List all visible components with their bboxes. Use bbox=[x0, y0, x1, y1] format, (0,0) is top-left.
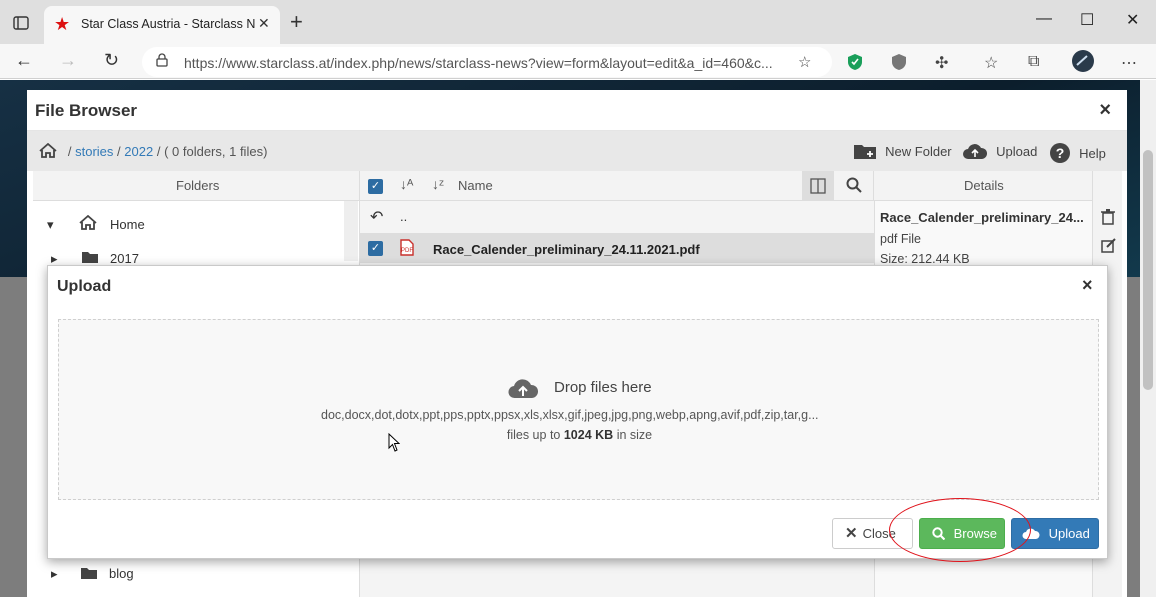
breadcrumb-year[interactable]: 2022 bbox=[124, 144, 153, 159]
question-circle-icon: ? bbox=[1049, 143, 1075, 163]
details-column-header: Details bbox=[874, 171, 1092, 201]
star-favicon-icon: ★ bbox=[54, 14, 71, 34]
edit-icon[interactable] bbox=[1101, 238, 1116, 256]
svg-text:PDF: PDF bbox=[401, 248, 413, 254]
help-button[interactable]: ? Help bbox=[1049, 142, 1106, 164]
select-all-checkbox[interactable]: ✓ bbox=[368, 179, 383, 194]
svg-text:?: ? bbox=[1056, 145, 1065, 161]
forward-arrow-icon[interactable]: → bbox=[59, 50, 77, 71]
size-limit-value: 1024 KB bbox=[563, 428, 614, 442]
tab-close-icon[interactable]: ✕ bbox=[258, 15, 270, 32]
new-tab-button[interactable]: + bbox=[290, 11, 303, 33]
tab-actions-icon[interactable] bbox=[10, 12, 32, 34]
window-close-button[interactable]: ✕ bbox=[1126, 10, 1139, 30]
caret-right-icon[interactable]: ▸ bbox=[51, 566, 58, 582]
tree-item-home[interactable]: Home bbox=[110, 217, 145, 232]
caret-down-icon[interactable]: ▾ bbox=[47, 217, 54, 233]
favorites-icon[interactable]: ☆ bbox=[984, 53, 998, 73]
file-browser-close-icon[interactable]: × bbox=[1099, 99, 1111, 122]
file-checkbox[interactable]: ✓ bbox=[368, 241, 383, 256]
more-menu-icon[interactable]: ⋯ bbox=[1121, 53, 1137, 73]
toolbar-upload-button[interactable]: Upload bbox=[962, 142, 1037, 160]
new-folder-button[interactable]: New Folder bbox=[853, 142, 952, 160]
mouse-cursor-icon bbox=[388, 432, 401, 453]
name-header-label[interactable]: Name bbox=[458, 178, 493, 193]
file-drop-zone[interactable]: Drop files here doc,docx,dot,dotx,ppt,pp… bbox=[58, 319, 1099, 500]
folder-summary: ( 0 folders, 1 files) bbox=[164, 144, 268, 159]
breadcrumb: / stories / 2022 / ( 0 folders, 1 files) bbox=[39, 142, 268, 159]
help-label: Help bbox=[1079, 146, 1106, 161]
trash-icon[interactable] bbox=[1101, 209, 1115, 228]
folders-header-label: Folders bbox=[176, 178, 220, 193]
browser-tab-bar: ★ Star Class Austria - Starclass New ✕ +… bbox=[0, 0, 1156, 44]
browser-tab-active[interactable]: ★ Star Class Austria - Starclass New ✕ bbox=[44, 6, 280, 44]
drop-files-label: Drop files here bbox=[554, 379, 652, 396]
new-folder-label: New Folder bbox=[885, 144, 952, 159]
cloud-upload-icon bbox=[508, 376, 539, 400]
size-limit-suffix: in size bbox=[616, 428, 653, 442]
go-up-icon[interactable]: ↶ bbox=[370, 207, 383, 227]
privacy-extension-icon[interactable] bbox=[891, 53, 907, 76]
tree-scrollbar[interactable] bbox=[344, 201, 358, 261]
home-folder-icon bbox=[79, 214, 97, 233]
pdf-file-icon: PDF bbox=[400, 239, 414, 259]
parent-folder-item[interactable]: .. bbox=[400, 209, 407, 224]
details-header-label: Details bbox=[964, 178, 1004, 193]
lock-icon bbox=[156, 53, 168, 70]
toolbar-upload-label: Upload bbox=[996, 144, 1038, 159]
url-field[interactable]: https://www.starclass.at/index.php/news/… bbox=[142, 47, 832, 77]
cloud-upload-icon bbox=[962, 143, 992, 160]
file-name: Race_Calender_preliminary_24.11.2021.pdf bbox=[433, 242, 700, 257]
close-x-icon: ✕ bbox=[845, 525, 858, 542]
breadcrumb-separator: / bbox=[67, 144, 72, 159]
highlight-annotation bbox=[889, 498, 1031, 562]
sort-descending-icon[interactable]: ↓ᶻ bbox=[432, 176, 444, 192]
size-limit-text: files up to 1024 KB in size bbox=[59, 428, 1100, 442]
back-arrow-icon[interactable]: ← bbox=[15, 50, 33, 71]
browser-address-bar: ← → ↻ https://www.starclass.at/index.php… bbox=[0, 44, 1156, 79]
file-browser-toolbar: / stories / 2022 / ( 0 folders, 1 files)… bbox=[27, 131, 1127, 171]
maximize-button[interactable]: ☐ bbox=[1080, 10, 1094, 30]
sort-ascending-icon[interactable]: ↓ᴬ bbox=[400, 176, 413, 192]
folder-plus-icon bbox=[853, 143, 881, 160]
tree-item-blog[interactable]: blog bbox=[109, 566, 134, 581]
folders-column-header: Folders bbox=[33, 171, 360, 201]
details-file-name: Race_Calender_preliminary_24... bbox=[880, 210, 1084, 225]
file-row-selected[interactable]: ✓ PDF Race_Calender_preliminary_24.11.20… bbox=[360, 233, 874, 263]
home-icon[interactable] bbox=[39, 142, 61, 159]
upload-dialog-title: Upload bbox=[57, 278, 112, 295]
upload-button-label: Upload bbox=[1048, 526, 1090, 541]
toggle-details-icon[interactable] bbox=[802, 171, 834, 201]
files-column-header: ✓ ↓ᴬ ↓ᶻ Name bbox=[360, 171, 874, 201]
puzzle-extensions-icon[interactable]: ✣ bbox=[935, 53, 948, 73]
tree-item-2017[interactable]: 2017 bbox=[110, 251, 139, 266]
page-scrollbar-thumb[interactable] bbox=[1143, 150, 1153, 390]
breadcrumb-stories[interactable]: stories bbox=[75, 144, 113, 159]
refresh-icon[interactable]: ↻ bbox=[104, 50, 119, 71]
tab-title: Star Class Austria - Starclass New bbox=[81, 17, 255, 31]
upload-dialog-close-icon[interactable]: × bbox=[1082, 275, 1093, 296]
add-favorite-icon[interactable]: ☆ bbox=[798, 53, 811, 71]
size-limit-prefix: files up to bbox=[506, 428, 561, 442]
breadcrumb-separator: / bbox=[117, 144, 121, 159]
profile-avatar[interactable] bbox=[1071, 49, 1095, 78]
collections-icon[interactable]: ⧉ bbox=[1028, 53, 1039, 71]
url-text: https://www.starclass.at/index.php/news/… bbox=[184, 55, 773, 71]
breadcrumb-separator: / bbox=[156, 144, 161, 159]
folder-icon bbox=[80, 566, 98, 583]
shield-extension-icon[interactable] bbox=[847, 53, 863, 76]
allowed-file-types: doc,docx,dot,dotx,ppt,pps,pptx,ppsx,xls,… bbox=[321, 408, 819, 422]
search-icon[interactable] bbox=[846, 177, 862, 196]
file-browser-header: File Browser × bbox=[27, 90, 1127, 131]
details-file-type: pdf File bbox=[880, 232, 921, 246]
file-browser-title: File Browser bbox=[35, 101, 138, 120]
details-file-size: Size: 212.44 KB bbox=[880, 252, 970, 266]
minimize-button[interactable]: — bbox=[1036, 10, 1052, 28]
